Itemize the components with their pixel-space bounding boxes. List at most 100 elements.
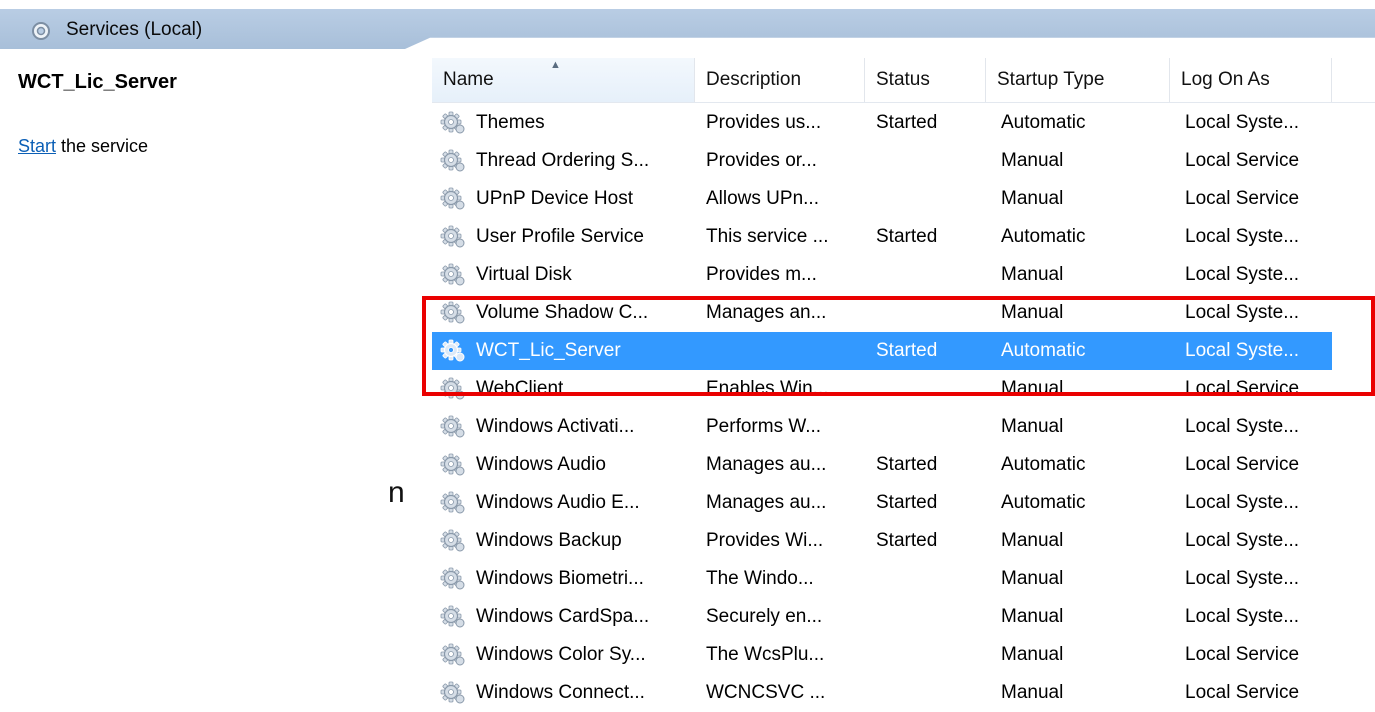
table-row[interactable]: Windows CardSpa... Securely en... Manual Lo…: [432, 598, 1332, 636]
service-description: The Windo...: [706, 568, 814, 589]
service-startup-type: Manual: [1001, 378, 1064, 399]
service-gear-icon: [440, 453, 465, 476]
service-log-on-as: Local Syste...: [1185, 340, 1300, 361]
service-gear-icon: [440, 681, 465, 704]
service-startup-type: Manual: [1001, 416, 1064, 437]
service-name: Virtual Disk: [476, 264, 572, 285]
table-row[interactable]: Virtual Disk Provides m... Manual Local Sys…: [432, 256, 1332, 294]
column-header-log-on-as[interactable]: Log On As: [1170, 58, 1332, 102]
service-name: User Profile Service: [476, 226, 644, 247]
service-description: Allows UPn...: [706, 188, 819, 209]
service-status: Started: [876, 492, 938, 513]
service-startup-type: Automatic: [1001, 112, 1086, 133]
service-description: Enables Win...: [706, 378, 829, 399]
column-header-status[interactable]: Status: [865, 58, 986, 102]
table-row[interactable]: Windows Backup Provides Wi... Started Manua…: [432, 522, 1332, 560]
service-name: Windows Color Sy...: [476, 644, 646, 665]
table-row[interactable]: Thread Ordering S... Provides or... Manual…: [432, 142, 1332, 180]
service-gear-icon: [440, 339, 465, 362]
table-row[interactable]: Windows Audio Manages au... Started Automat…: [432, 446, 1332, 484]
header-title: Services (Local): [66, 19, 203, 40]
service-status: [876, 408, 986, 446]
service-gear-icon: [440, 301, 465, 324]
table-row[interactable]: Windows Color Sy... The WcsPlu... Manual Lo…: [432, 636, 1332, 674]
table-row[interactable]: Windows Biometri... The Windo... Manual Loc…: [432, 560, 1332, 598]
service-startup-type: Automatic: [1001, 454, 1086, 475]
column-header-startup-type[interactable]: Startup Type: [986, 58, 1170, 102]
service-name: Volume Shadow C...: [476, 302, 649, 323]
service-description: Performs W...: [706, 416, 822, 437]
table-row[interactable]: User Profile Service This service ... Star…: [432, 218, 1332, 256]
service-name: Windows Backup: [476, 530, 622, 551]
service-status: [876, 674, 986, 712]
service-status: [876, 294, 986, 332]
selected-service-title: WCT_Lic_Server: [18, 71, 177, 93]
service-name: Windows Biometri...: [476, 568, 644, 589]
service-log-on-as: Local Service: [1185, 454, 1300, 475]
service-gear-icon: [440, 225, 465, 248]
service-status: [876, 142, 986, 180]
service-log-on-as: Local Syste...: [1185, 492, 1300, 513]
service-status: [876, 370, 986, 408]
service-startup-type: Automatic: [1001, 226, 1086, 247]
service-log-on-as: Local Service: [1185, 150, 1300, 171]
service-status: [876, 560, 986, 598]
service-status: Started: [876, 530, 938, 551]
service-status: Started: [876, 112, 938, 133]
service-log-on-as: Local Syste...: [1185, 530, 1300, 551]
service-gear-icon: [440, 149, 465, 172]
service-description: [706, 332, 866, 370]
service-gear-icon: [440, 263, 465, 286]
table-row[interactable]: Windows Connect... WCNCSVC ... Manual Local…: [432, 674, 1332, 712]
service-startup-type: Manual: [1001, 188, 1064, 209]
service-description: Provides Wi...: [706, 530, 824, 551]
service-description: Provides m...: [706, 264, 817, 285]
service-startup-type: Automatic: [1001, 492, 1086, 513]
service-description: Manages an...: [706, 302, 827, 323]
table-row[interactable]: Volume Shadow C... Manages an... Manual Loc…: [432, 294, 1332, 332]
service-log-on-as: Local Service: [1185, 378, 1300, 399]
service-description: Provides or...: [706, 150, 817, 171]
table-row[interactable]: Windows Activati... Performs W... Manual Lo…: [432, 408, 1332, 446]
column-header-name[interactable]: ▲ Name: [432, 58, 695, 102]
column-header-label: Description: [706, 69, 802, 90]
service-action-suffix: the service: [56, 136, 149, 156]
table-row[interactable]: Themes Provides us... Started Automatic Loca…: [432, 104, 1332, 142]
service-description: WCNCSVC ...: [706, 682, 826, 703]
service-log-on-as: Local Service: [1185, 644, 1300, 665]
service-log-on-as: Local Syste...: [1185, 112, 1300, 133]
service-gear-icon: [440, 111, 465, 134]
column-header-description[interactable]: Description: [695, 58, 865, 102]
service-status: Started: [876, 226, 938, 247]
service-log-on-as: Local Syste...: [1185, 226, 1300, 247]
service-gear-icon: [440, 529, 465, 552]
service-description: Manages au...: [706, 492, 827, 513]
service-description: The WcsPlu...: [706, 644, 825, 665]
service-startup-type: Manual: [1001, 150, 1064, 171]
service-name: Windows CardSpa...: [476, 606, 650, 627]
service-startup-type: Manual: [1001, 568, 1064, 589]
service-gear-icon: [440, 187, 465, 210]
service-gear-icon: [440, 605, 465, 628]
sort-ascending-icon: ▲: [550, 59, 561, 71]
service-gear-icon: [440, 377, 465, 400]
column-header-label: Startup Type: [997, 69, 1105, 90]
service-log-on-as: Local Service: [1185, 682, 1300, 703]
table-row-selected[interactable]: WCT_Lic_Server Started Automatic Local Syst…: [432, 332, 1332, 370]
table-row[interactable]: Windows Audio E... Manages au... Started Au…: [432, 484, 1332, 522]
service-log-on-as: Local Syste...: [1185, 302, 1300, 323]
service-startup-type: Manual: [1001, 682, 1064, 703]
service-log-on-as: Local Syste...: [1185, 606, 1300, 627]
clipped-text-fragment: n: [388, 476, 405, 509]
service-name: Windows Audio E...: [476, 492, 640, 513]
table-header: ▲ Name Description Status Startup Type L…: [432, 58, 1375, 103]
table-row[interactable]: UPnP Device Host Allows UPn... Manual Local…: [432, 180, 1332, 218]
column-header-label: Log On As: [1181, 69, 1270, 90]
service-gear-icon: [440, 567, 465, 590]
start-service-link[interactable]: Start: [18, 136, 56, 156]
table-row[interactable]: WebClient Enables Win... Manual Local Servi…: [432, 370, 1332, 408]
service-status: [876, 598, 986, 636]
service-log-on-as: Local Service: [1185, 188, 1300, 209]
service-startup-type: Manual: [1001, 264, 1064, 285]
column-header-label: Name: [443, 69, 494, 90]
